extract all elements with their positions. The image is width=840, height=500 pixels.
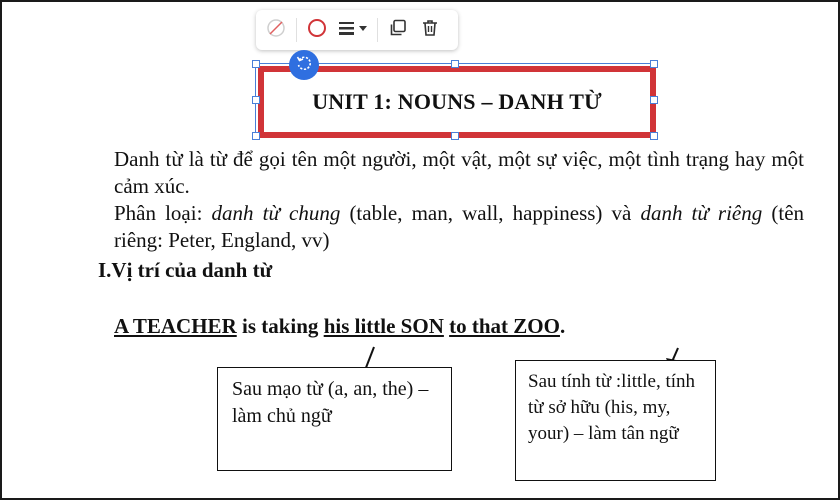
- no-fill-icon: [266, 18, 286, 43]
- border-color-button[interactable]: [301, 14, 333, 46]
- common-noun-term: danh từ chung: [211, 201, 341, 225]
- classify-middle: (table, man, wall, happiness) và: [340, 201, 641, 225]
- line-style-button[interactable]: [333, 14, 373, 46]
- resize-handle-top-left[interactable]: [252, 60, 260, 68]
- resize-handle-right[interactable]: [650, 96, 658, 104]
- resize-handle-bottom[interactable]: [451, 132, 459, 140]
- note-box-left: Sau mạo từ (a, an, the) – làm chủ ngữ: [217, 367, 452, 471]
- duplicate-icon: [388, 18, 408, 43]
- delete-button[interactable]: [414, 14, 446, 46]
- shape-toolbar: [256, 10, 458, 50]
- note-box-right: Sau tính từ :little, tính từ sở hữu (his…: [515, 360, 716, 481]
- note-left-text: Sau mạo từ (a, an, the) – làm chủ ngữ: [232, 378, 429, 427]
- resize-handle-bottom-left[interactable]: [252, 132, 260, 140]
- resize-handle-left[interactable]: [252, 96, 260, 104]
- subject-phrase: A TEACHER: [114, 314, 237, 338]
- resize-handle-top[interactable]: [451, 60, 459, 68]
- toolbar-divider: [296, 18, 297, 42]
- classification-text: Phân loại: danh từ chung (table, man, wa…: [114, 200, 804, 254]
- line-style-icon: [336, 18, 370, 43]
- title-shape[interactable]: UNIT 1: NOUNS – DANH TỪ: [258, 66, 656, 138]
- resize-handle-bottom-right[interactable]: [650, 132, 658, 140]
- verb-phrase: is taking: [236, 314, 324, 338]
- duplicate-button[interactable]: [382, 14, 414, 46]
- proper-noun-term: danh từ riêng: [640, 201, 763, 225]
- period-text: .: [559, 314, 566, 338]
- place-phrase: to that ZOO: [449, 314, 560, 338]
- border-color-icon: [306, 17, 328, 44]
- resize-handle-top-right[interactable]: [650, 60, 658, 68]
- example-sentence: A TEACHER is taking his little SON to th…: [114, 314, 565, 339]
- delete-icon: [420, 18, 440, 43]
- rotate-handle[interactable]: [289, 50, 319, 80]
- definition-text: Danh từ là từ để gọi tên một người, một …: [114, 147, 804, 198]
- object-phrase: his little SON: [323, 314, 444, 338]
- fill-color-button[interactable]: [260, 14, 292, 46]
- section-heading: I.Vị trí của danh từ: [98, 258, 273, 282]
- definition-paragraph: Danh từ là từ để gọi tên một người, một …: [114, 146, 804, 254]
- note-right-text: Sau tính từ :little, tính từ sở hữu (his…: [528, 371, 696, 444]
- toolbar-divider: [377, 18, 378, 42]
- classify-prefix: Phân loại:: [114, 201, 212, 225]
- title-text: UNIT 1: NOUNS – DANH TỪ: [312, 89, 602, 114]
- rotate-icon: [295, 54, 313, 77]
